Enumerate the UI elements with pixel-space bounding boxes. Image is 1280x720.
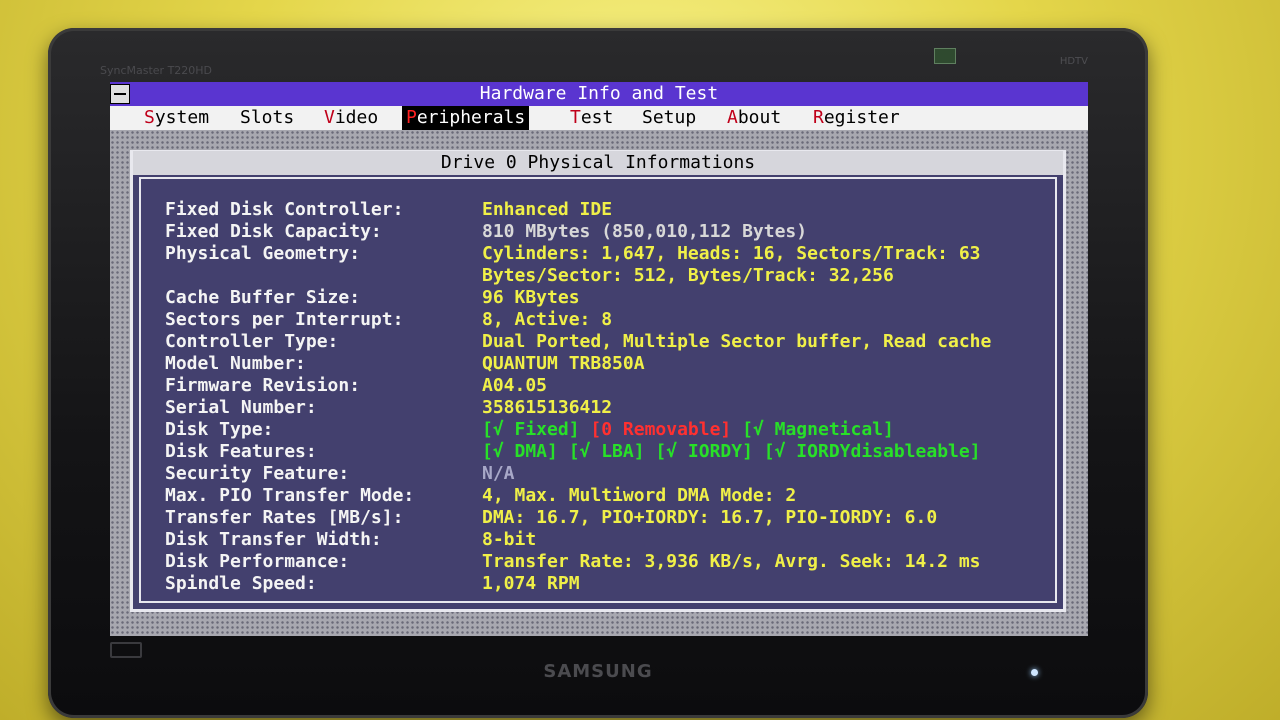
ctype-row: Controller Type: Dual Ported, Multiple S…	[165, 331, 991, 353]
geometry-row: Physical Geometry: Cylinders: 1,647, Hea…	[165, 243, 981, 265]
serial-value: 358615136412	[482, 397, 613, 418]
firmware-value: A04.05	[482, 375, 548, 396]
ctype-value: Dual Ported, Multiple Sector buffer, Rea…	[482, 331, 992, 352]
model-row: Model Number: QUANTUM TRB850A	[165, 353, 645, 375]
disk-features-values: [√ DMA] [√ LBA] [√ IORDY] [√ IORDYdisabl…	[482, 441, 981, 463]
security-row: Security Feature: N/A	[165, 463, 515, 485]
performance-value: Transfer Rate: 3,936 KB/s, Avrg. Seek: 1…	[482, 551, 981, 572]
spindle-label: Spindle Speed:	[165, 573, 317, 594]
cache-value: 96 KBytes	[482, 287, 580, 308]
geometry-row-2: Bytes/Sector: 512, Bytes/Track: 32,256	[165, 265, 894, 287]
power-led-icon	[1031, 669, 1038, 676]
feature-iordy-disableable: [√ IORDYdisableable]	[763, 441, 981, 462]
menu-about[interactable]: About	[723, 106, 785, 130]
firmware-row: Firmware Revision: A04.05	[165, 375, 547, 397]
menu-register[interactable]: Register	[809, 106, 904, 130]
window-title: Drive 0 Physical Informations	[133, 151, 1063, 175]
cache-row: Cache Buffer Size: 96 KBytes	[165, 287, 580, 309]
disk-type-magnetical: [√ Magnetical]	[742, 419, 894, 440]
width-label: Disk Transfer Width:	[165, 529, 382, 550]
pio-label: Max. PIO Transfer Mode:	[165, 485, 415, 506]
input-source-icon[interactable]	[110, 642, 142, 658]
app-title-bar: Hardware Info and Test	[110, 82, 1088, 106]
hd-badge-icon	[934, 48, 956, 64]
system-menu-icon[interactable]	[110, 84, 130, 104]
disk-type-label: Disk Type:	[165, 419, 274, 440]
width-value: 8-bit	[482, 529, 537, 550]
disk-type-removable: [0 Removable]	[590, 419, 732, 440]
rates-row: Transfer Rates [MB/s]: DMA: 16.7, PIO+IO…	[165, 507, 937, 529]
geometry-value-line2: Bytes/Sector: 512, Bytes/Track: 32,256	[482, 265, 894, 286]
model-label: SyncMaster T220HD	[100, 64, 213, 77]
disk-type-values: [√ Fixed] [0 Removable] [√ Magnetical]	[482, 419, 894, 441]
capacity-row: Fixed Disk Capacity: 810 MBytes (850,010…	[165, 221, 807, 243]
menu-test[interactable]: Test	[566, 106, 617, 130]
security-label: Security Feature:	[165, 463, 350, 484]
menu-peripherals[interactable]: Peripherals	[402, 106, 530, 130]
geometry-value-line1: Cylinders: 1,647, Heads: 16, Sectors/Tra…	[482, 243, 981, 264]
serial-row: Serial Number: 358615136412	[165, 397, 612, 419]
controller-value: Enhanced IDE	[482, 199, 613, 220]
capacity-label: Fixed Disk Capacity:	[165, 221, 382, 242]
performance-label: Disk Performance:	[165, 551, 350, 572]
menu-bar: System Slots Video Peripherals Test Setu…	[110, 106, 1088, 130]
model-label: Model Number:	[165, 353, 306, 374]
firmware-label: Firmware Revision:	[165, 375, 361, 396]
capacity-value: 810 MBytes (850,010,112 Bytes)	[482, 221, 808, 242]
feature-lba: [√ LBA]	[568, 441, 645, 462]
menu-video[interactable]: Video	[320, 106, 382, 130]
brand-logo: SAMSUNG	[543, 661, 653, 682]
desktop-background: Drive 0 Physical Informations Fixed Disk…	[110, 130, 1088, 636]
performance-row: Disk Performance: Transfer Rate: 3,936 K…	[165, 551, 981, 573]
width-row: Disk Transfer Width: 8-bit	[165, 529, 536, 551]
menu-slots[interactable]: Slots	[236, 106, 298, 130]
spindle-row: Spindle Speed: 1,074 RPM	[165, 573, 580, 595]
disk-type-row: Disk Type: [√ Fixed] [0 Removable] [√ Ma…	[165, 419, 894, 441]
drive-info-window: Drive 0 Physical Informations Fixed Disk…	[130, 150, 1066, 612]
model-value: QUANTUM TRB850A	[482, 353, 645, 374]
cache-label: Cache Buffer Size:	[165, 287, 361, 308]
pio-value: 4, Max. Multiword DMA Mode: 2	[482, 485, 797, 506]
spindle-value: 1,074 RPM	[482, 573, 580, 594]
feature-iordy: [√ IORDY]	[655, 441, 753, 462]
controller-row: Fixed Disk Controller: Enhanced IDE	[165, 199, 612, 221]
serial-label: Serial Number:	[165, 397, 317, 418]
menu-setup[interactable]: Setup	[638, 106, 700, 130]
disk-features-label: Disk Features:	[165, 441, 317, 462]
rates-label: Transfer Rates [MB/s]:	[165, 507, 404, 528]
geometry-label: Physical Geometry:	[165, 243, 361, 264]
rates-value: DMA: 16.7, PIO+IORDY: 16.7, PIO-IORDY: 6…	[482, 507, 938, 528]
feature-dma: [√ DMA]	[482, 441, 558, 462]
pio-row: Max. PIO Transfer Mode: 4, Max. Multiwor…	[165, 485, 796, 507]
controller-label: Fixed Disk Controller:	[165, 199, 404, 220]
screen: Hardware Info and Test System Slots Vide…	[110, 82, 1088, 636]
spi-row: Sectors per Interrupt: 8, Active: 8	[165, 309, 612, 331]
disk-features-row: Disk Features: [√ DMA] [√ LBA] [√ IORDY]…	[165, 441, 981, 463]
hdtv-label: HDTV	[1059, 56, 1088, 67]
menu-system[interactable]: System	[140, 106, 213, 130]
app-title: Hardware Info and Test	[479, 83, 719, 104]
security-value: N/A	[482, 463, 515, 484]
spi-value: 8, Active: 8	[482, 309, 613, 330]
ctype-label: Controller Type:	[165, 331, 339, 352]
window-content: Fixed Disk Controller: Enhanced IDE Fixe…	[139, 177, 1057, 603]
disk-type-fixed: [√ Fixed]	[482, 419, 580, 440]
spi-label: Sectors per Interrupt:	[165, 309, 404, 330]
